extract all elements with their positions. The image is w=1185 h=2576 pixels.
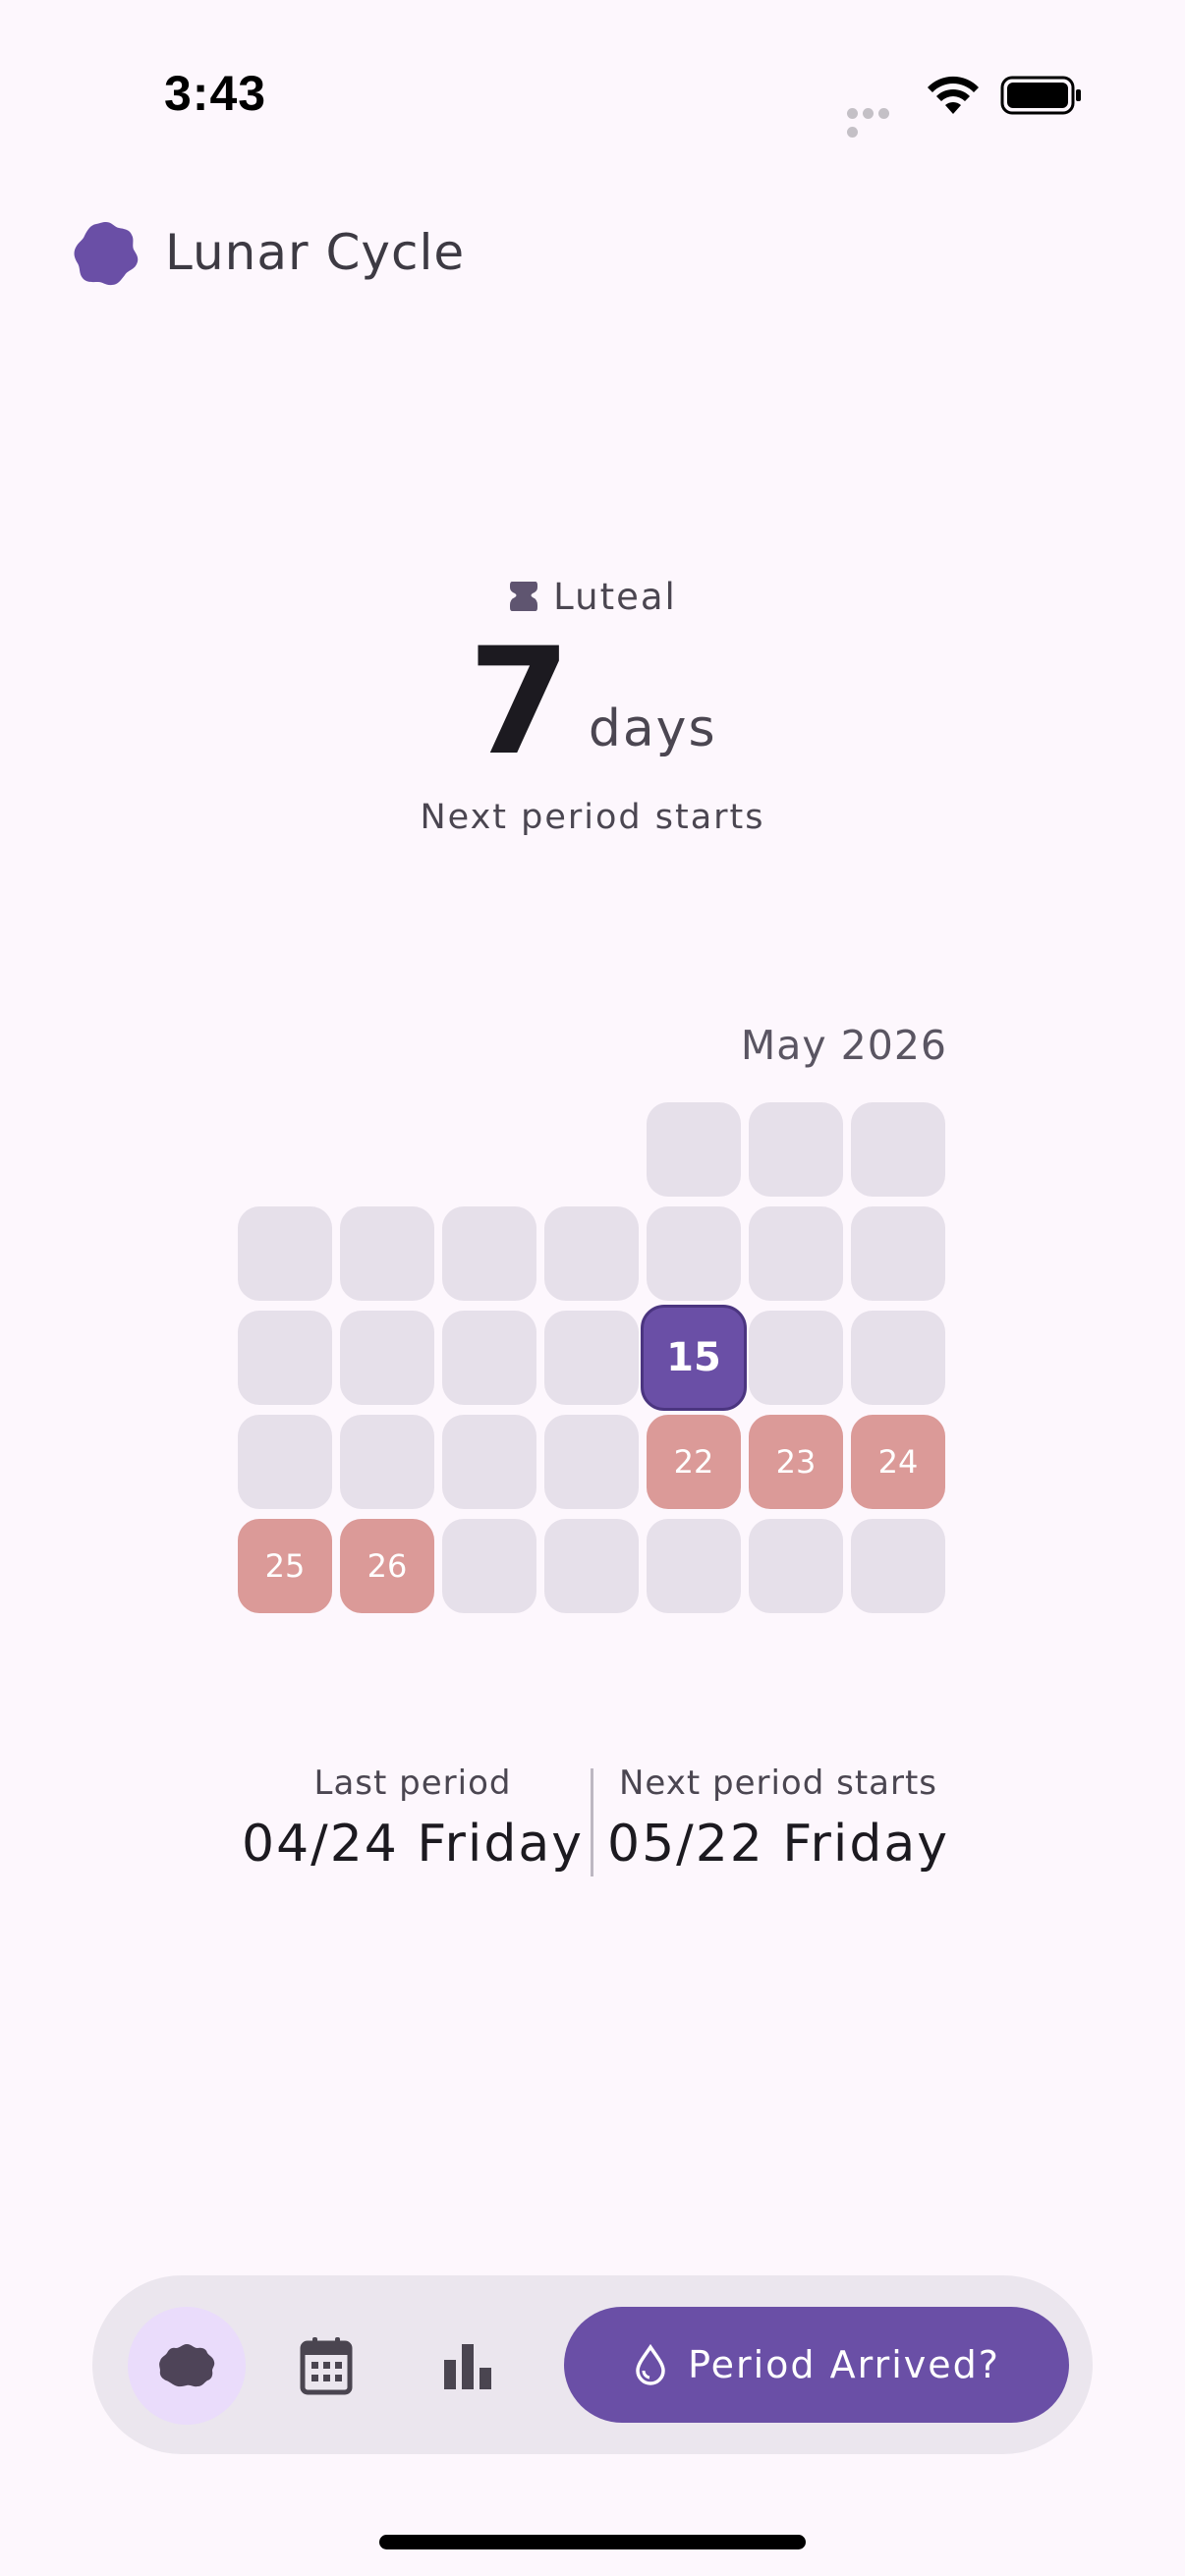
app-title: Lunar Cycle [165, 224, 466, 281]
calendar-day-period[interactable]: 23 [749, 1415, 843, 1509]
luteal-phase-icon [510, 582, 538, 611]
battery-icon [1000, 76, 1081, 115]
calendar-day[interactable] [340, 1415, 434, 1509]
calendar-day[interactable] [749, 1102, 843, 1197]
calendar-day[interactable] [340, 1206, 434, 1301]
app-screen: 3:43 Lunar Cycle Luteal 7 days Next peri… [0, 0, 1185, 2576]
next-period-label: Next period starts [618, 1764, 938, 1803]
calendar-day[interactable] [647, 1102, 741, 1197]
next-period-subtitle: Next period starts [420, 798, 765, 837]
calendar-day[interactable] [851, 1206, 945, 1301]
calendar-icon [300, 2337, 353, 2395]
calendar-day[interactable] [442, 1311, 536, 1405]
calendar-grid: 15 22 23 24 25 26 [238, 1102, 947, 1613]
nav-home-button[interactable] [128, 2307, 246, 2425]
period-arrived-button[interactable]: Period Arrived? [564, 2307, 1069, 2423]
nav-stats-button[interactable] [428, 2326, 507, 2405]
last-period-label: Last period [313, 1764, 512, 1803]
calendar-day[interactable] [442, 1519, 536, 1613]
calendar-day[interactable] [851, 1311, 945, 1405]
calendar-blank-cell [238, 1102, 332, 1197]
calendar-blank-cell [340, 1102, 434, 1197]
days-countdown: 7 days [0, 629, 1185, 776]
calendar-day-period[interactable]: 22 [647, 1415, 741, 1509]
calendar-day[interactable] [238, 1415, 332, 1509]
calendar-month-label: May 2026 [740, 1022, 947, 1069]
calendar-blank-cell [442, 1102, 536, 1197]
calendar-day-today[interactable]: 15 [641, 1305, 747, 1411]
calendar-day[interactable] [238, 1311, 332, 1405]
wifi-icon [928, 76, 979, 114]
calendar-day-period[interactable]: 24 [851, 1415, 945, 1509]
home-indicator [379, 2535, 806, 2549]
calendar-day[interactable] [749, 1206, 843, 1301]
calendar-day[interactable] [544, 1519, 639, 1613]
cycle-phase: Luteal [0, 570, 1185, 623]
calendar-day[interactable] [340, 1311, 434, 1405]
calendar-day[interactable] [442, 1415, 536, 1509]
last-period-info: Last period 04/24 Friday [236, 1759, 590, 1878]
next-period-info: Next period starts 05/22 Friday [601, 1759, 955, 1878]
last-period-value: 04/24 Friday [242, 1815, 584, 1874]
cellular-signal-icon [847, 104, 908, 138]
calendar-day-period[interactable]: 25 [238, 1519, 332, 1613]
calendar-day[interactable] [647, 1519, 741, 1613]
calendar-day[interactable] [851, 1102, 945, 1197]
calendar-day-period[interactable]: 26 [340, 1519, 434, 1613]
nav-calendar-button[interactable] [287, 2326, 366, 2405]
days-unit: days [588, 700, 717, 758]
next-period-value: 05/22 Friday [607, 1815, 949, 1874]
bar-chart-icon [444, 2344, 491, 2389]
calendar-day[interactable] [442, 1206, 536, 1301]
days-remaining-number: 7 [468, 617, 571, 788]
app-logo-icon [74, 222, 139, 286]
phase-label: Luteal [553, 575, 677, 618]
calendar-day[interactable] [544, 1206, 639, 1301]
calendar-day[interactable] [238, 1206, 332, 1301]
info-divider [591, 1768, 593, 1876]
period-arrived-label: Period Arrived? [688, 2343, 1000, 2386]
calendar-day[interactable] [647, 1206, 741, 1301]
calendar-blank-cell [544, 1102, 639, 1197]
water-drop-icon [636, 2343, 665, 2385]
calendar-day[interactable] [749, 1311, 843, 1405]
calendar-day[interactable] [851, 1519, 945, 1613]
status-time: 3:43 [164, 66, 267, 121]
flower-icon [159, 2344, 215, 2387]
calendar-day[interactable] [544, 1415, 639, 1509]
calendar-day[interactable] [749, 1519, 843, 1613]
calendar-day[interactable] [544, 1311, 639, 1405]
